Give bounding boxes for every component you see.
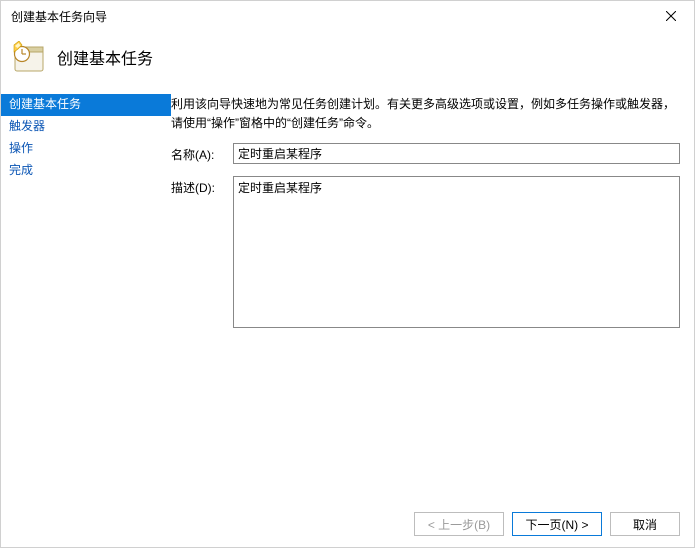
wizard-body: 创建基本任务 触发器 操作 完成 利用该向导快速地为常见任务创建计划。有关更多高… bbox=[1, 91, 694, 501]
sidebar-item-label: 触发器 bbox=[9, 119, 45, 133]
name-row: 名称(A): bbox=[171, 143, 680, 164]
next-button[interactable]: 下一页(N) > bbox=[512, 512, 602, 536]
sidebar-item-label: 操作 bbox=[9, 141, 33, 155]
cancel-button[interactable]: 取消 bbox=[610, 512, 680, 536]
sidebar: 创建基本任务 触发器 操作 完成 bbox=[1, 91, 171, 501]
titlebar: 创建基本任务向导 bbox=[1, 1, 694, 31]
sidebar-item-label: 完成 bbox=[9, 163, 33, 177]
description-label: 描述(D): bbox=[171, 176, 233, 196]
close-button[interactable] bbox=[648, 1, 694, 31]
footer: < 上一步(B) 下一页(N) > 取消 bbox=[1, 501, 694, 547]
sidebar-item-create-basic-task[interactable]: 创建基本任务 bbox=[1, 94, 171, 116]
sidebar-item-label: 创建基本任务 bbox=[9, 97, 81, 111]
description-input[interactable] bbox=[233, 176, 680, 328]
description-row: 描述(D): bbox=[171, 176, 680, 328]
back-button: < 上一步(B) bbox=[414, 512, 504, 536]
task-clock-icon bbox=[13, 41, 45, 73]
close-icon bbox=[666, 11, 676, 21]
window-title: 创建基本任务向导 bbox=[11, 8, 107, 25]
instruction-text: 利用该向导快速地为常见任务创建计划。有关更多高级选项或设置，例如多任务操作或触发… bbox=[171, 95, 680, 133]
wizard-header: 创建基本任务 bbox=[1, 31, 694, 91]
sidebar-item-action[interactable]: 操作 bbox=[1, 138, 171, 160]
name-input[interactable] bbox=[233, 143, 680, 164]
sidebar-item-finish[interactable]: 完成 bbox=[1, 160, 171, 182]
sidebar-item-trigger[interactable]: 触发器 bbox=[1, 116, 171, 138]
name-label: 名称(A): bbox=[171, 143, 233, 163]
wizard-title: 创建基本任务 bbox=[57, 45, 153, 69]
content-pane: 利用该向导快速地为常见任务创建计划。有关更多高级选项或设置，例如多任务操作或触发… bbox=[171, 91, 694, 501]
